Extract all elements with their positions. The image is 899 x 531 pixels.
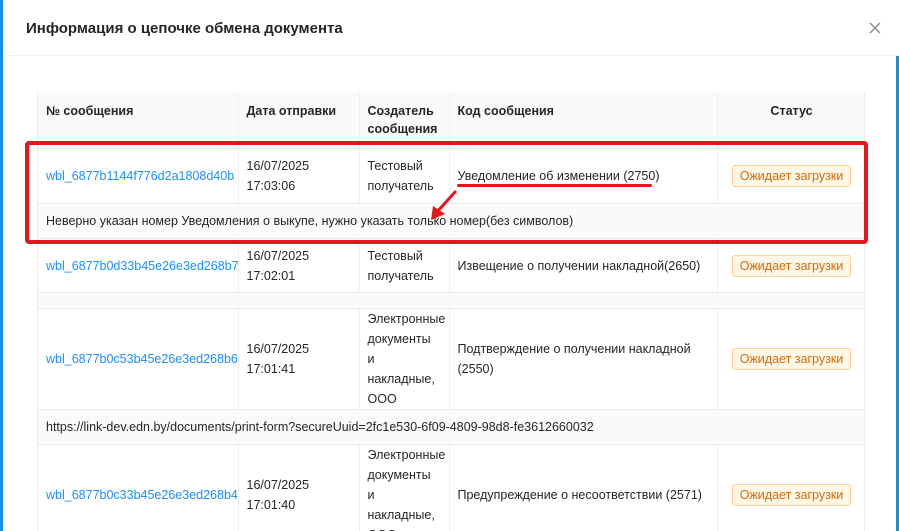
- table-row: wbl_6877b0d33b45e26e3ed268b7 16/07/2025 1…: [38, 238, 864, 293]
- creator: Электронные документы и накладные, ООО: [359, 444, 450, 531]
- message-code: Уведомление об изменении (2750): [449, 148, 718, 204]
- creator: Тестовый получатель: [359, 238, 450, 293]
- table-row-note: https://link-dev.edn.by/documents/print-…: [38, 409, 864, 445]
- close-icon: [869, 22, 881, 34]
- status-badge: Ожидает загрузки: [731, 165, 852, 187]
- message-id-link[interactable]: wbl_6877b1144f776d2a1808d40b: [46, 169, 234, 183]
- close-button[interactable]: [865, 18, 885, 38]
- table-row: wbl_6877b1144f776d2a1808d40b 16/07/2025 1…: [38, 148, 864, 204]
- message-code: Извещение о получении накладной(2650): [449, 238, 718, 293]
- creator: Электронные документы и накладные, ООО: [359, 308, 450, 410]
- send-date: 16/07/2025: [246, 248, 310, 263]
- modal-title: Информация о цепочке обмена документа: [26, 20, 343, 37]
- row-note: https://link-dev.edn.by/documents/print-…: [38, 409, 864, 445]
- row-note: Неверно указан номер Уведомления о выкуп…: [38, 203, 864, 239]
- table-row: wbl_6877b0c53b45e26e3ed268b6 16/07/2025 1…: [38, 308, 864, 410]
- status-badge: Ожидает загрузки: [731, 484, 852, 506]
- message-code: Подтверждение о получении накладной (255…: [449, 308, 718, 410]
- creator: Тестовый получатель: [359, 148, 450, 204]
- message-id-link[interactable]: wbl_6877b0c33b45e26e3ed268b4: [46, 488, 238, 502]
- modal-header: Информация о цепочке обмена документа: [6, 0, 899, 56]
- exchange-chain-table: № сообщения Дата отправки Создатель сооб…: [37, 92, 865, 531]
- send-time: 17:03:06: [246, 179, 296, 193]
- table-row-spacer: [38, 292, 864, 309]
- column-header-creator: Создатель сообщения: [359, 92, 450, 149]
- send-time: 17:02:01: [246, 268, 296, 283]
- send-time: 17:01:41: [246, 362, 296, 376]
- send-date: 16/07/2025: [246, 342, 310, 356]
- modal-dialog: Информация о цепочке обмена документа № …: [0, 0, 899, 531]
- column-header-message-number: № сообщения: [38, 92, 239, 149]
- send-date: 16/07/2025: [246, 478, 310, 492]
- status-badge: Ожидает загрузки: [731, 254, 852, 277]
- table-row: wbl_6877b0c33b45e26e3ed268b4 16/07/2025 1…: [38, 444, 864, 531]
- column-header-message-code: Код сообщения: [449, 92, 718, 149]
- message-id-link[interactable]: wbl_6877b0d33b45e26e3ed268b7: [46, 259, 239, 273]
- column-header-send-date: Дата отправки: [238, 92, 360, 149]
- table-row-note: Неверно указан номер Уведомления о выкуп…: [38, 203, 864, 239]
- send-date: 16/07/2025: [246, 159, 310, 173]
- column-header-status: Статус: [717, 92, 864, 149]
- status-badge: Ожидает загрузки: [731, 348, 852, 370]
- message-id-link[interactable]: wbl_6877b0c53b45e26e3ed268b6: [46, 352, 238, 366]
- table-header: № сообщения Дата отправки Создатель сооб…: [38, 92, 864, 149]
- message-code: Предупреждение о несоответствии (2571): [449, 444, 718, 531]
- send-time: 17:01:40: [246, 498, 296, 512]
